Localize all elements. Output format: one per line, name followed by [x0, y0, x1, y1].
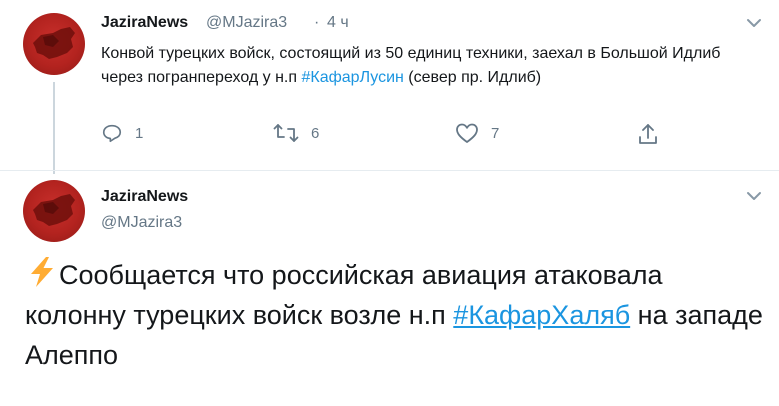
avatar[interactable] [23, 13, 85, 75]
thread-line [53, 82, 55, 174]
like-icon [456, 123, 478, 143]
syria-map-icon [33, 27, 75, 59]
lightning-icon: ⚡ [25, 256, 59, 287]
timestamp[interactable]: 4 ч [327, 14, 349, 32]
separator: · [314, 14, 320, 31]
lightning-emoji [31, 257, 53, 287]
hashtag-link[interactable]: #КафарХаляб [453, 300, 630, 330]
like-count: 7 [491, 124, 500, 142]
divider [0, 170, 779, 171]
reply-count: 1 [135, 124, 144, 142]
author-name[interactable]: JaziraNews [101, 188, 188, 206]
hashtag-link[interactable]: #КафарЛусин [301, 69, 403, 86]
retweet-button[interactable]: 6 [273, 122, 319, 144]
retweet-count: 6 [311, 124, 320, 142]
author-handle[interactable]: @MJazira3 [101, 214, 182, 232]
author-name[interactable]: JaziraNews [101, 14, 188, 32]
share-icon [639, 124, 657, 144]
syria-map-icon [33, 194, 75, 226]
share-button[interactable] [637, 122, 659, 146]
retweet-icon [273, 124, 299, 142]
caret-down-icon[interactable] [746, 189, 762, 207]
tweet-text: Конвой турецких войск, состоящий из 50 е… [101, 42, 741, 90]
tweet-text: ⚡Сообщается что российская авиация атако… [25, 255, 765, 375]
tweet-text-end: (север пр. Идлиб) [403, 69, 542, 86]
reply-icon [102, 124, 122, 143]
reply-button[interactable]: 1 [101, 122, 143, 144]
like-button[interactable]: 7 [455, 122, 499, 144]
avatar[interactable] [23, 180, 85, 242]
caret-down-icon[interactable] [746, 16, 762, 34]
tweet-1[interactable]: JaziraNews @MJazira3 · 4 ч Конвой турецк… [0, 0, 779, 174]
author-handle[interactable]: @MJazira3 [206, 14, 287, 32]
